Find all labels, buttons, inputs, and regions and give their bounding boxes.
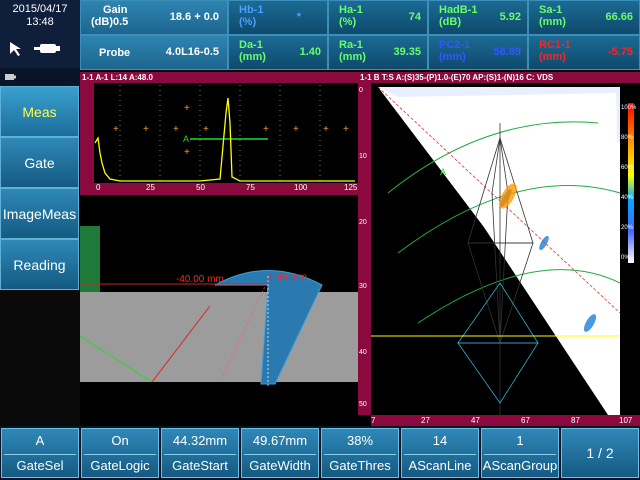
datetime-panel: 2015/04/17 13:48 bbox=[0, 0, 80, 68]
sector-scale: 100% 80% 60% 40% 20% 0% bbox=[621, 105, 637, 261]
pc-value: 56.89 bbox=[493, 46, 521, 58]
side-meas-button[interactable]: Meas bbox=[0, 86, 79, 137]
gatewidth-button[interactable]: 49.67mm GateWidth bbox=[241, 428, 319, 478]
probe-value: 4.0L16-0.5 bbox=[165, 46, 219, 58]
hb-cell[interactable]: Hb-1 (%) * bbox=[228, 0, 328, 35]
sa-cell[interactable]: Sa-1 (mm) 66.66 bbox=[528, 0, 640, 35]
pc-cell[interactable]: PC2-1 (mm) 56.89 bbox=[428, 35, 528, 70]
gatestart-button[interactable]: 44.32mm GateStart bbox=[161, 428, 239, 478]
ascan-view[interactable]: + + + + + + + + + + A 0 25 50 75 100 125 bbox=[80, 83, 358, 195]
side-imagemeas-button[interactable]: ImageMeas bbox=[0, 188, 79, 239]
sector-header: 1-1 B T:S A:(S)35-(P)1.0-(E)70 AP:(S)1-(… bbox=[358, 72, 640, 83]
rc-cell[interactable]: RC1-1 (mm) -5.75 bbox=[528, 35, 640, 70]
sector-plot: A bbox=[358, 83, 640, 415]
sector-view[interactable]: A 0 10 20 30 40 50 100% 80% 60% 40% 20% … bbox=[358, 83, 640, 428]
sector-gate-label: A bbox=[440, 167, 446, 177]
weld-view[interactable]: -40.00 mm 1.40 mm bbox=[79, 196, 358, 426]
weld-diagram: -40.00 mm 1.40 mm bbox=[79, 226, 358, 388]
rc-value: -5.75 bbox=[607, 46, 633, 58]
hb-value: * bbox=[296, 11, 301, 23]
side-gate-button[interactable]: Gate bbox=[0, 137, 79, 188]
ascan-header: 1-1 A-1 L:14 A:48.0 bbox=[80, 72, 358, 83]
hadb-cell[interactable]: HadB-1 (dB) 5.92 bbox=[428, 0, 528, 35]
sector-y-axis: 0 10 20 30 40 50 bbox=[359, 87, 367, 408]
ascan-plot: + + + + + + + + + + A bbox=[80, 83, 355, 195]
svg-text:+: + bbox=[173, 124, 179, 135]
ha-value: 74 bbox=[408, 11, 421, 23]
svg-text:+: + bbox=[203, 124, 209, 135]
svg-text:+: + bbox=[184, 103, 190, 114]
gatethres-button[interactable]: 38% GateThres bbox=[321, 428, 399, 478]
date-text: 2015/04/17 bbox=[12, 3, 68, 15]
gatelogic-button[interactable]: On GateLogic bbox=[81, 428, 159, 478]
side-reading-button[interactable]: Reading bbox=[0, 239, 79, 290]
ascan-gate-label: A bbox=[183, 134, 189, 144]
svg-text:+: + bbox=[263, 124, 269, 135]
page-button[interactable]: 1 / 2 bbox=[561, 428, 639, 478]
ascanline-button[interactable]: 14 AScanLine bbox=[401, 428, 479, 478]
probe-cell[interactable]: Probe 4.0L16-0.5 bbox=[80, 35, 228, 70]
pointer-icon bbox=[10, 42, 60, 56]
da-cell[interactable]: Da-1 (mm) 1.40 bbox=[228, 35, 328, 70]
time-text: 13:48 bbox=[26, 16, 54, 28]
gatesel-button[interactable]: A GateSel bbox=[1, 428, 79, 478]
ascan-axis: 0 25 50 75 100 125 bbox=[94, 183, 358, 195]
battery-icon bbox=[5, 74, 16, 80]
da-value: 1.40 bbox=[299, 46, 321, 58]
weld-dim-2: 1.40 mm bbox=[268, 272, 307, 283]
ha-cell[interactable]: Ha-1 (%) 74 bbox=[328, 0, 428, 35]
hadb-value: 5.92 bbox=[499, 11, 521, 23]
ascangroup-button[interactable]: 1 AScanGroup bbox=[481, 428, 559, 478]
svg-text:+: + bbox=[184, 147, 190, 158]
gain-value: 18.6 + 0.0 bbox=[169, 11, 219, 23]
ra-cell[interactable]: Ra-1 (mm) 39.35 bbox=[328, 35, 428, 70]
gain-cell[interactable]: Gain (dB)0.5 18.6 + 0.0 bbox=[80, 0, 228, 35]
svg-text:+: + bbox=[113, 124, 119, 135]
svg-text:+: + bbox=[343, 124, 349, 135]
svg-text:+: + bbox=[293, 124, 299, 135]
weld-dim-1: -40.00 mm bbox=[176, 274, 224, 285]
sa-value: 66.66 bbox=[605, 11, 633, 23]
ra-value: 39.35 bbox=[393, 46, 421, 58]
svg-text:+: + bbox=[143, 124, 149, 135]
svg-text:+: + bbox=[323, 124, 329, 135]
